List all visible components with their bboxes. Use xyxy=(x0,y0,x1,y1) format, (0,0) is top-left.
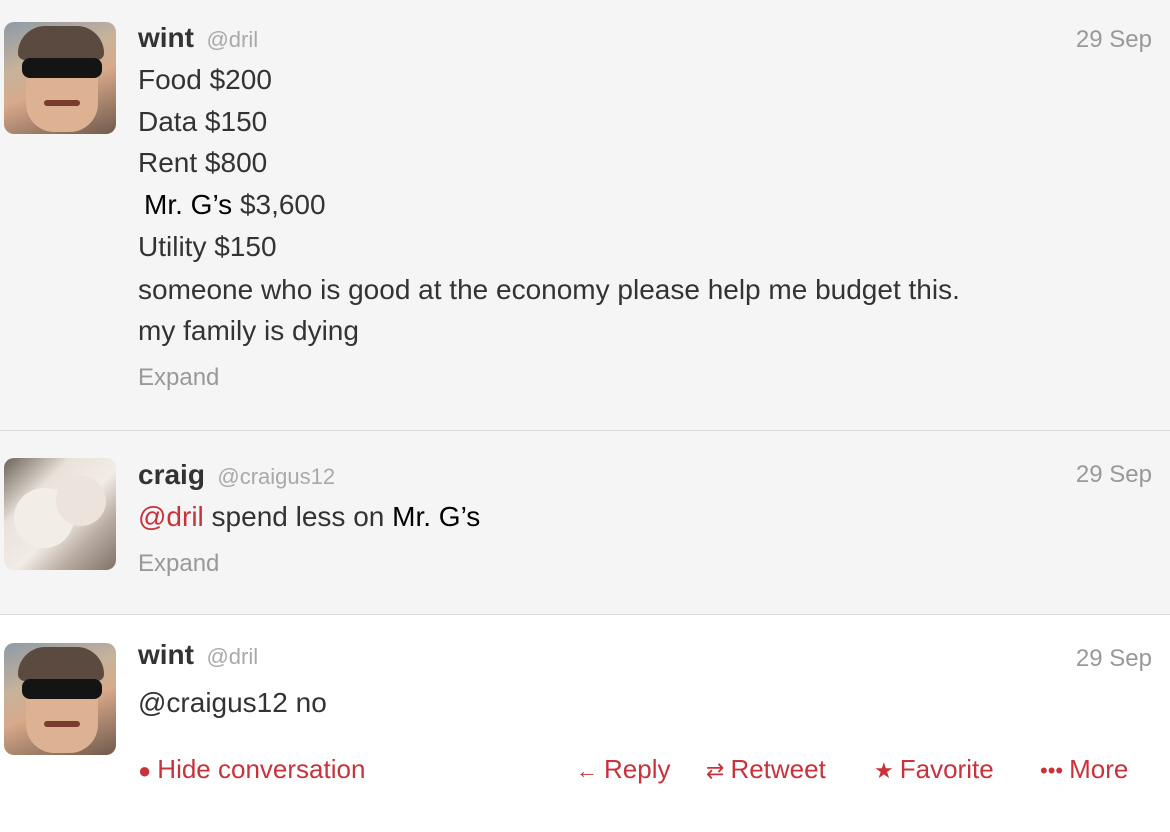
tweet[interactable]: wint @dril 29 Sep @craigus12 no ● Hide co… xyxy=(0,614,1170,832)
amount-text: $3,600 xyxy=(239,189,326,220)
tweet-text-line: Rent $800 xyxy=(138,147,268,178)
username[interactable]: @craigus12 xyxy=(217,464,335,489)
expand-link[interactable]: Expand xyxy=(138,548,219,580)
expand-link[interactable]: Expand xyxy=(138,362,219,394)
tweet-text-line: someone who is good at the economy pleas… xyxy=(138,274,960,305)
timestamp[interactable]: 29 Sep xyxy=(1076,457,1152,493)
hide-conversation-label: Hide conversation xyxy=(157,754,366,784)
tweet-text-line: Data $150 xyxy=(138,106,268,137)
hide-conversation-button[interactable]: ● Hide conversation xyxy=(138,749,365,791)
tweet-text-line: Food $200 xyxy=(138,64,272,95)
mention-link[interactable]: @dril xyxy=(138,501,204,532)
overlay-text: Mr. G’s xyxy=(392,501,481,532)
avatar[interactable] xyxy=(4,458,116,570)
favorite-button[interactable]: ★ Favorite xyxy=(874,749,994,791)
display-name[interactable]: wint xyxy=(138,22,194,53)
tweet-feed: wint @dril 29 Sep Food $200 Data $150 Re… xyxy=(0,0,1170,832)
tweet-text: spend less on xyxy=(211,501,385,532)
tweet-text-line: @craigus12 no xyxy=(138,683,327,723)
mention-link[interactable]: @craigus12 xyxy=(138,687,288,718)
tweet-header: craig @craigus12 xyxy=(138,457,335,493)
tweet-text-line: Mr. G’s $3,600 xyxy=(138,185,326,225)
tweet-text-line: Utility $150 xyxy=(138,231,277,262)
tweet[interactable]: craig @craigus12 29 Sep @dril spend less… xyxy=(0,430,1170,614)
more-dots-icon: ••• xyxy=(1040,758,1064,783)
tweet[interactable]: wint @dril 29 Sep Food $200 Data $150 Re… xyxy=(0,0,1170,430)
retweet-button[interactable]: ⇄ Retweet xyxy=(706,749,826,791)
timestamp[interactable]: 29 Sep xyxy=(1076,641,1152,677)
avatar[interactable] xyxy=(4,643,116,755)
username[interactable]: @dril xyxy=(206,27,258,52)
retweet-label: Retweet xyxy=(730,754,826,784)
tweet-header: wint @dril xyxy=(138,20,258,56)
tweet-text: no xyxy=(295,687,327,718)
reply-label: Reply xyxy=(604,754,671,784)
retweet-icon: ⇄ xyxy=(706,758,725,783)
reply-button[interactable]: ← Reply xyxy=(576,749,670,791)
tweet-text-line: @dril spend less on Mr. G’s xyxy=(138,497,480,537)
timestamp[interactable]: 29 Sep xyxy=(1076,22,1152,58)
avatar[interactable] xyxy=(4,22,116,134)
tweet-actions: ● Hide conversation ← Reply ⇄ Retweet ★ Favo… xyxy=(0,749,1170,789)
reply-arrow-icon: ← xyxy=(576,758,598,783)
tweet-text-line: my family is dying xyxy=(138,315,359,346)
overlay-text: Mr. G’s xyxy=(144,189,233,220)
display-name[interactable]: craig xyxy=(138,459,205,490)
more-label: More xyxy=(1069,754,1129,784)
speech-bubble-icon: ● xyxy=(138,758,152,783)
more-button[interactable]: ••• More xyxy=(1040,749,1128,791)
favorite-label: Favorite xyxy=(899,754,994,784)
star-icon: ★ xyxy=(874,758,894,783)
display-name[interactable]: wint xyxy=(138,639,194,670)
tweet-header: wint @dril xyxy=(138,637,258,673)
username[interactable]: @dril xyxy=(206,644,258,669)
